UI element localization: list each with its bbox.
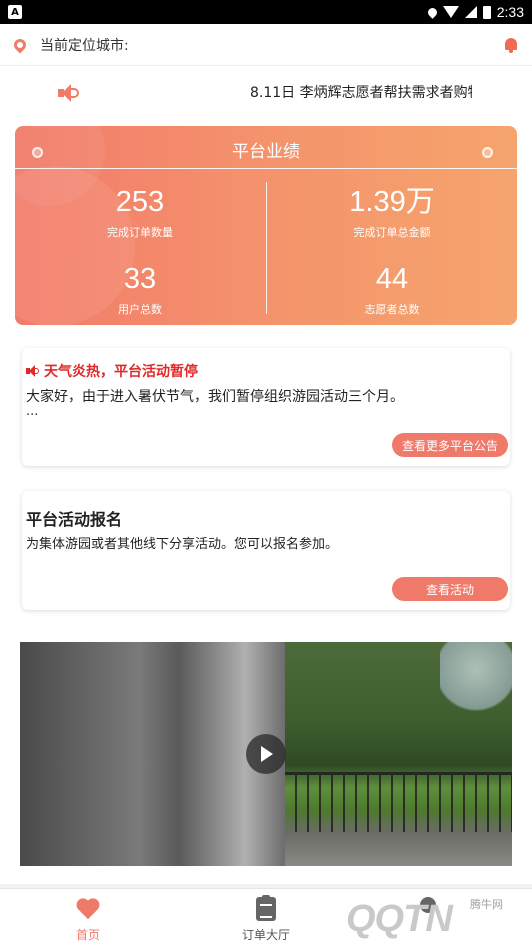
- status-bar: A 2:33: [0, 0, 532, 24]
- more-notices-button[interactable]: 查看更多平台公告: [392, 433, 508, 457]
- notice-body: 大家好，由于进入暑伏节气，我们暂停组织游园活动三个月。: [26, 389, 404, 405]
- stat-label: 用户总数: [118, 303, 162, 316]
- stat-total-volunteers: 44 志愿者总数: [267, 263, 517, 317]
- view-events-button[interactable]: 查看活动: [392, 577, 508, 601]
- video-player[interactable]: [20, 642, 512, 866]
- video-sky: [440, 642, 512, 712]
- video-fence: [285, 772, 512, 832]
- stat-label: 完成订单总金额: [353, 226, 431, 239]
- speaker-icon: [58, 84, 80, 102]
- stat-value: 253: [115, 186, 165, 218]
- event-description: 为集体游园或者其他线下分享活动。您可以报名参加。: [26, 537, 339, 552]
- stat-total-users: 33 用户总数: [15, 263, 265, 317]
- nav-order-hall-label: 订单大厅: [241, 928, 290, 942]
- nav-home[interactable]: 首页: [43, 889, 133, 946]
- notice-ellipsis: ...: [26, 404, 39, 419]
- stat-value: 1.39万: [349, 186, 435, 218]
- location-status-icon: [425, 5, 439, 19]
- announcement-marquee[interactable]: 8.11日 李炳辉志愿者帮扶需求者购物: [0, 70, 532, 114]
- nav-order-hall[interactable]: 订单大厅: [221, 889, 311, 946]
- notice-title: 天气炎热，平台活动暂停: [44, 364, 198, 380]
- watermark-logo: QQTN: [346, 898, 453, 940]
- event-title: 平台活动报名: [26, 510, 123, 529]
- bell-icon[interactable]: [504, 37, 518, 53]
- clipboard-icon: [256, 895, 276, 921]
- watermark: QQTN 腾牛网: [328, 890, 528, 946]
- nav-home-label: 首页: [75, 928, 100, 942]
- location-pin-icon[interactable]: [11, 36, 29, 53]
- notice-title-row: 天气炎热，平台活动暂停: [26, 361, 198, 381]
- speaker-icon: [26, 365, 40, 377]
- status-time: 2:33: [496, 4, 524, 20]
- battery-icon: [482, 5, 491, 19]
- stat-label: 志愿者总数: [364, 303, 420, 316]
- stat-value: 33: [123, 263, 157, 295]
- wifi-icon: [442, 6, 459, 18]
- event-signup-card[interactable]: 平台活动报名 为集体游园或者其他线下分享活动。您可以报名参加。 查看活动: [22, 491, 510, 610]
- heart-icon: [76, 899, 100, 921]
- stat-value: 44: [375, 263, 409, 295]
- divider: [15, 168, 517, 169]
- stats-title: 平台业绩: [232, 142, 300, 162]
- stat-order-amount: 1.39万 完成订单总金额: [267, 186, 517, 240]
- play-icon[interactable]: [246, 734, 286, 774]
- marquee-text[interactable]: 8.11日 李炳辉志愿者帮扶需求者购物: [250, 82, 472, 102]
- location-header: 当前定位城市:: [0, 24, 532, 66]
- notice-card[interactable]: 天气炎热，平台活动暂停 大家好，由于进入暑伏节气，我们暂停组织游园活动三个月。 …: [22, 348, 510, 466]
- stat-label: 完成订单数量: [107, 226, 173, 239]
- video-section: [0, 626, 532, 884]
- watermark-label: 腾牛网: [470, 898, 503, 911]
- status-icons: 2:33: [425, 4, 524, 20]
- app-notification-icon: A: [8, 5, 22, 19]
- current-city-label[interactable]: 当前定位城市:: [40, 35, 129, 55]
- stat-completed-orders: 253 完成订单数量: [15, 186, 265, 240]
- signal-icon: [464, 6, 477, 18]
- platform-stats-card: 平台业绩 253 完成订单数量 1.39万 完成订单总金额 33 用户总数 44…: [15, 126, 517, 325]
